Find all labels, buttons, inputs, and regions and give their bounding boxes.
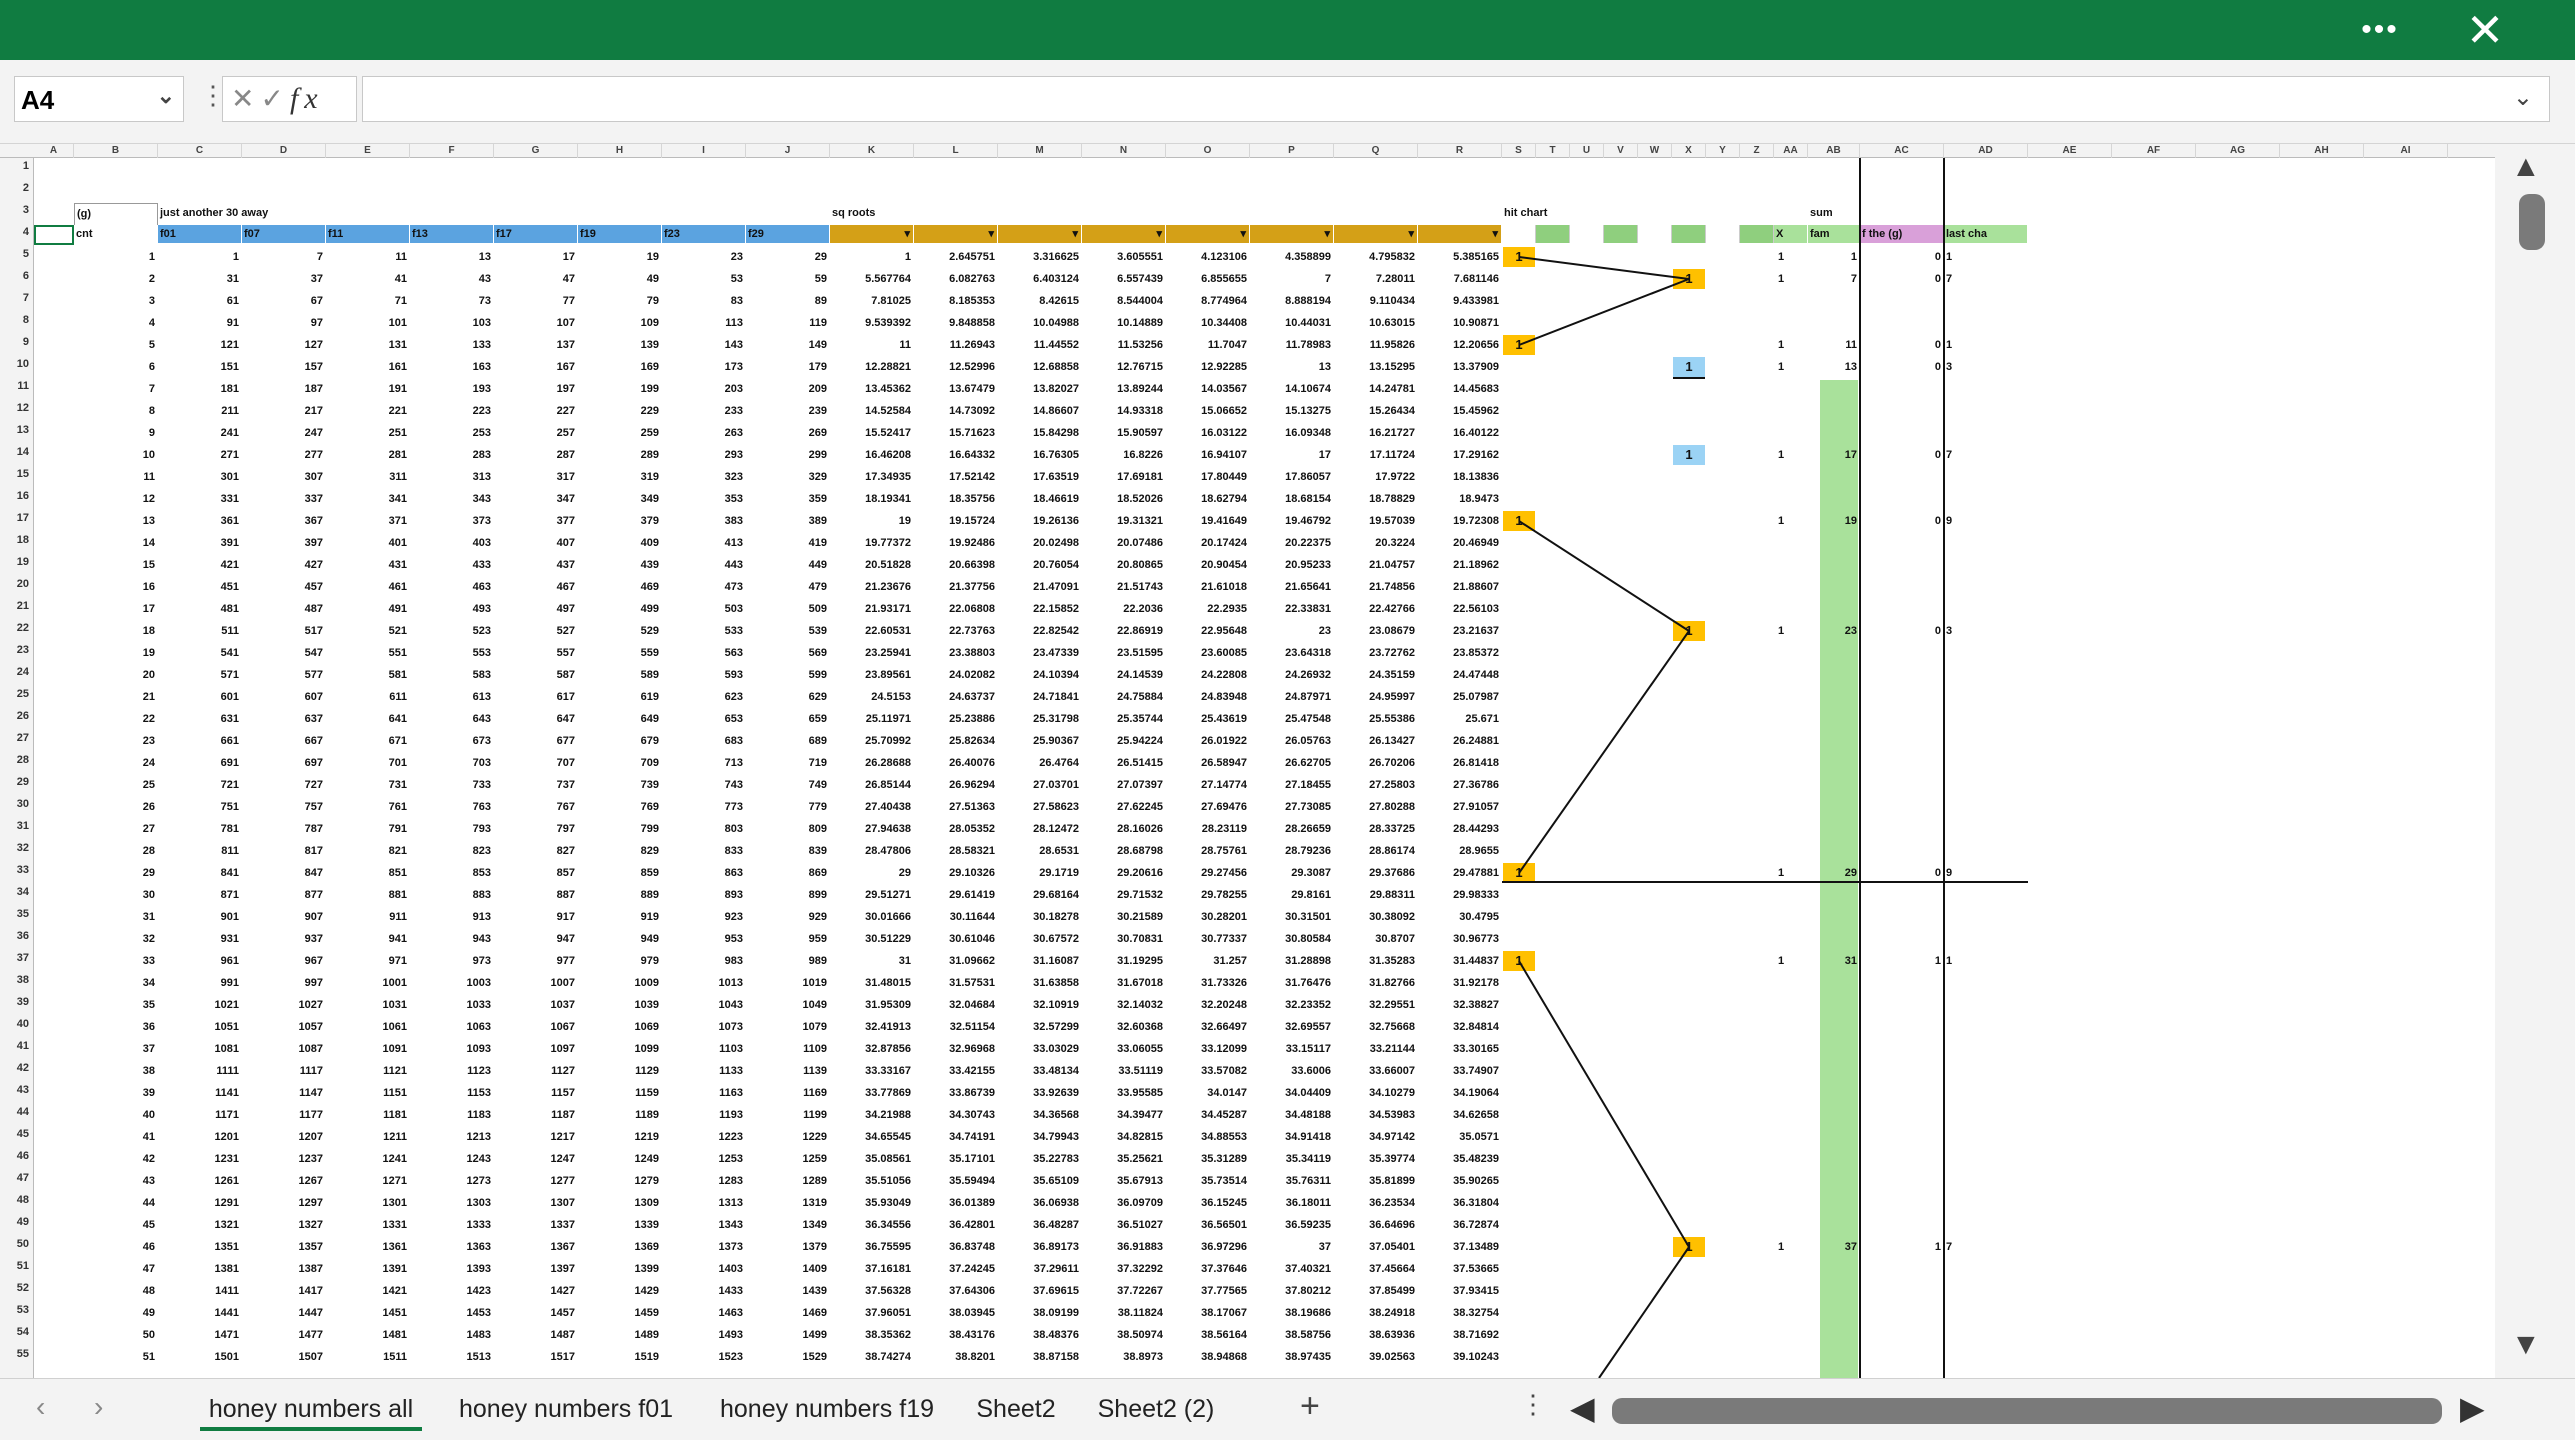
- function-icon[interactable]: fx: [290, 82, 324, 115]
- hit-connector: [1518, 630, 1690, 874]
- prev-sheet-icon[interactable]: ‹: [36, 1391, 45, 1423]
- tab-sheet2[interactable]: Sheet2: [970, 1387, 1062, 1431]
- tab-sheet2-2[interactable]: Sheet2 (2): [1092, 1387, 1220, 1431]
- tab-honey-numbers-f01[interactable]: honey numbers f01: [452, 1387, 680, 1431]
- name-box[interactable]: A4 ⌄: [14, 76, 184, 122]
- vertical-scrollbar[interactable]: ▲ ▼: [2495, 144, 2575, 1378]
- name-box-value: A4: [21, 85, 55, 115]
- sheet-grid[interactable]: A B C D E F G H I J K L M N O P Q R S T U V W X Y Z AA AB AC AD AE AF AG…: [0, 144, 2495, 1378]
- hit-connector: [1518, 960, 1690, 1248]
- sheet-tab-bar: ‹ › honey numbers all honey numbers f01 …: [0, 1378, 2575, 1440]
- scroll-down-icon[interactable]: ▼: [2511, 1328, 2541, 1362]
- horizontal-scroll-thumb[interactable]: [1612, 1398, 2442, 1424]
- formula-buttons: ✕✓fx: [222, 76, 357, 122]
- tab-options-icon[interactable]: ⋮: [1520, 1389, 1546, 1420]
- hit-connector: [1598, 1246, 1690, 1378]
- title-bar: ••• ✕: [0, 0, 2575, 60]
- tab-honey-numbers-f19[interactable]: honey numbers f19: [712, 1387, 942, 1431]
- chevron-down-icon[interactable]: ⌄: [157, 83, 175, 109]
- formula-bar: A4 ⌄ ⋮ ✕✓fx ⌄: [0, 60, 2575, 144]
- check-icon[interactable]: ✓: [260, 83, 289, 114]
- scroll-left-icon[interactable]: ◀: [1570, 1389, 1595, 1427]
- close-button[interactable]: ✕: [2455, 6, 2515, 54]
- next-sheet-icon[interactable]: ›: [94, 1391, 103, 1423]
- more-options-button[interactable]: •••: [2350, 12, 2410, 48]
- expand-chevron-icon[interactable]: ⌄: [2513, 83, 2533, 112]
- scroll-up-icon[interactable]: ▲: [2511, 150, 2541, 184]
- hit-connector: [1518, 520, 1690, 632]
- hit-connector: [1518, 278, 1690, 346]
- hit-connector: [1518, 256, 1690, 280]
- scroll-right-icon[interactable]: ▶: [2460, 1389, 2485, 1427]
- formula-input[interactable]: ⌄: [362, 76, 2550, 122]
- hit-connector-lines: [1502, 256, 2028, 1378]
- vertical-scroll-thumb[interactable]: [2519, 194, 2545, 250]
- add-sheet-button[interactable]: +: [1300, 1387, 1320, 1426]
- cancel-icon[interactable]: ✕: [231, 83, 260, 114]
- tab-honey-numbers-all[interactable]: honey numbers all: [200, 1387, 422, 1431]
